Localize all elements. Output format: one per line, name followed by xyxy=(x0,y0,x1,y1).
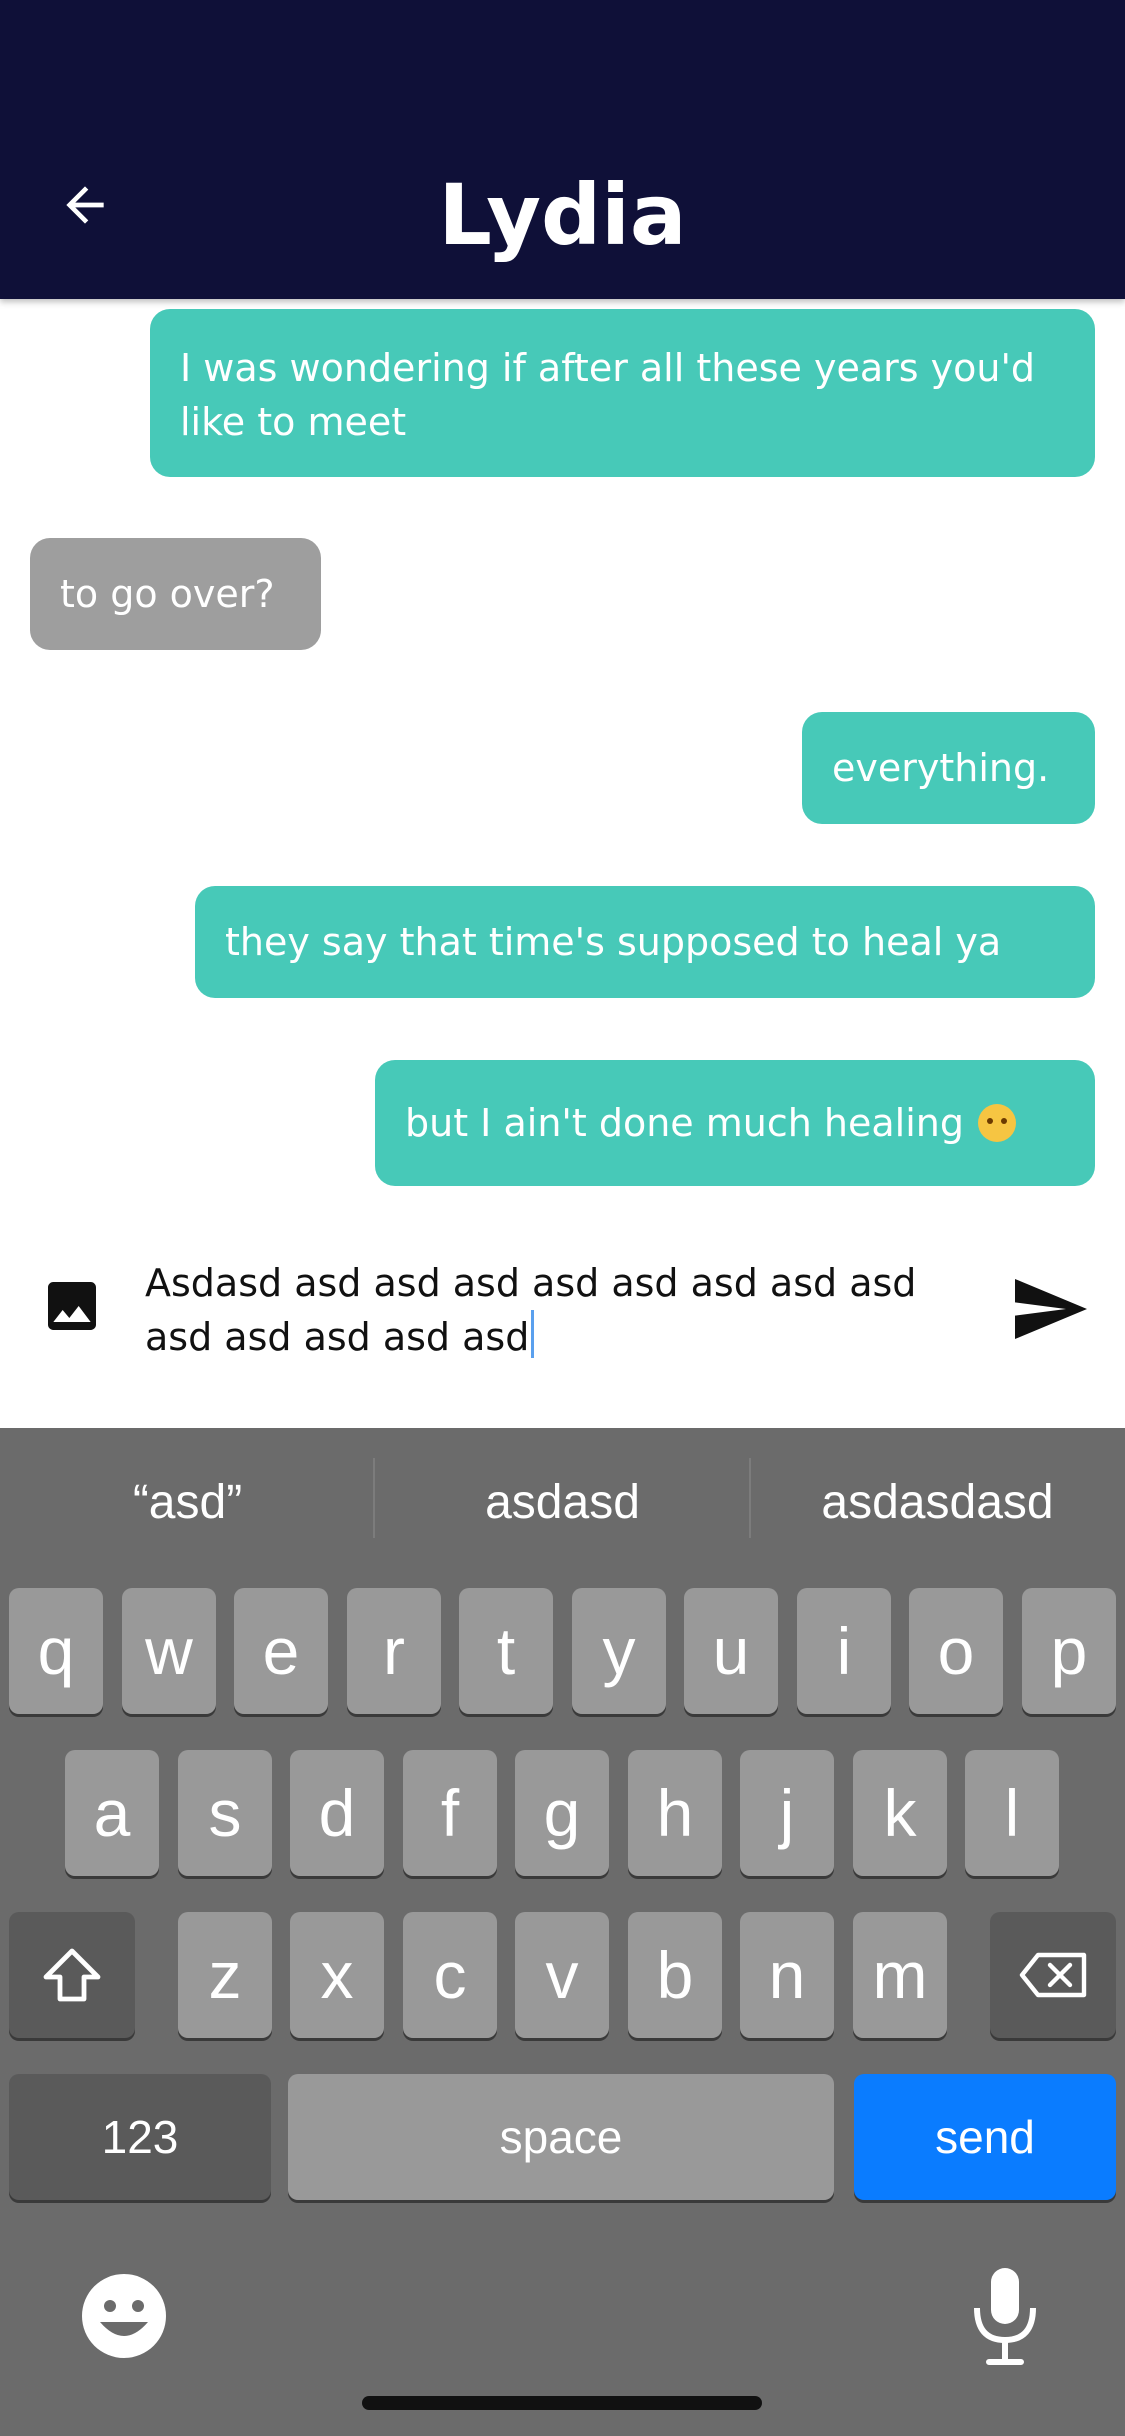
shift-icon xyxy=(43,1948,101,2002)
text-caret xyxy=(531,1310,535,1358)
key-f[interactable]: f xyxy=(403,1750,497,1876)
key-n[interactable]: n xyxy=(740,1912,834,2038)
message-input[interactable]: Asdasd asd asd asd asd asd asd asd asd a… xyxy=(145,1256,965,1366)
message-bubble-sent: I was wondering if after all these years… xyxy=(150,309,1095,477)
image-icon xyxy=(48,1282,96,1330)
backspace-key[interactable] xyxy=(990,1912,1116,2038)
key-h[interactable]: h xyxy=(628,1750,722,1876)
key-r[interactable]: r xyxy=(347,1588,441,1714)
key-u[interactable]: u xyxy=(684,1588,778,1714)
message-bubble-sent: but I ain't done much healing xyxy=(375,1060,1095,1186)
suggestion-bar: “asd” asdasd asdasdasd xyxy=(0,1428,1125,1578)
key-l[interactable]: l xyxy=(965,1750,1059,1876)
message-text: I was wondering if after all these years… xyxy=(180,346,1036,444)
microphone-key[interactable] xyxy=(965,2264,1045,2368)
send-icon xyxy=(1015,1279,1087,1339)
suggestion-item[interactable]: asdasdasd xyxy=(750,1458,1125,1548)
emoji-icon xyxy=(82,2274,166,2358)
key-x[interactable]: x xyxy=(290,1912,384,2038)
message-list[interactable]: I was wondering if after all these years… xyxy=(0,299,1125,1219)
key-v[interactable]: v xyxy=(515,1912,609,2038)
key-g[interactable]: g xyxy=(515,1750,609,1876)
message-bubble-sent: they say that time's supposed to heal ya xyxy=(195,886,1095,998)
key-o[interactable]: o xyxy=(909,1588,1003,1714)
keyboard: “asd” asdasd asdasdasd q w e r t y u i o… xyxy=(0,1428,1125,2436)
key-c[interactable]: c xyxy=(403,1912,497,2038)
message-text: they say that time's supposed to heal ya xyxy=(225,920,1002,964)
key-q[interactable]: q xyxy=(9,1588,103,1714)
shift-key[interactable] xyxy=(9,1912,135,2038)
page-title: Lydia xyxy=(438,166,687,264)
key-z[interactable]: z xyxy=(178,1912,272,2038)
send-button[interactable] xyxy=(1015,1279,1087,1339)
key-t[interactable]: t xyxy=(459,1588,553,1714)
backspace-icon xyxy=(1019,1952,1087,1998)
space-key[interactable]: space xyxy=(288,2074,834,2200)
send-key[interactable]: send xyxy=(854,2074,1116,2200)
key-i[interactable]: i xyxy=(797,1588,891,1714)
key-m[interactable]: m xyxy=(853,1912,947,2038)
suggestion-item[interactable]: “asd” xyxy=(0,1458,375,1548)
key-p[interactable]: p xyxy=(1022,1588,1116,1714)
angry-face-icon xyxy=(977,1104,1016,1142)
chat-header: Lydia xyxy=(0,0,1125,299)
message-bubble-sent: everything. xyxy=(802,712,1095,824)
key-k[interactable]: k xyxy=(853,1750,947,1876)
key-b[interactable]: b xyxy=(628,1912,722,2038)
message-composer: Asdasd asd asd asd asd asd asd asd asd a… xyxy=(0,1219,1125,1428)
message-text: but I ain't done much healing xyxy=(405,1101,964,1145)
numbers-key[interactable]: 123 xyxy=(9,2074,271,2200)
home-indicator[interactable] xyxy=(362,2396,762,2410)
key-d[interactable]: d xyxy=(290,1750,384,1876)
key-a[interactable]: a xyxy=(65,1750,159,1876)
message-text: to go over? xyxy=(60,572,275,616)
emoji-key[interactable] xyxy=(78,2270,170,2362)
key-w[interactable]: w xyxy=(122,1588,216,1714)
suggestion-item[interactable]: asdasd xyxy=(375,1458,750,1548)
attach-image-button[interactable] xyxy=(40,1274,104,1338)
microphone-icon xyxy=(974,2268,1036,2365)
key-y[interactable]: y xyxy=(572,1588,666,1714)
message-bubble-received: to go over? xyxy=(30,538,321,650)
key-j[interactable]: j xyxy=(740,1750,834,1876)
message-text: everything. xyxy=(832,746,1050,790)
key-s[interactable]: s xyxy=(178,1750,272,1876)
key-e[interactable]: e xyxy=(234,1588,328,1714)
